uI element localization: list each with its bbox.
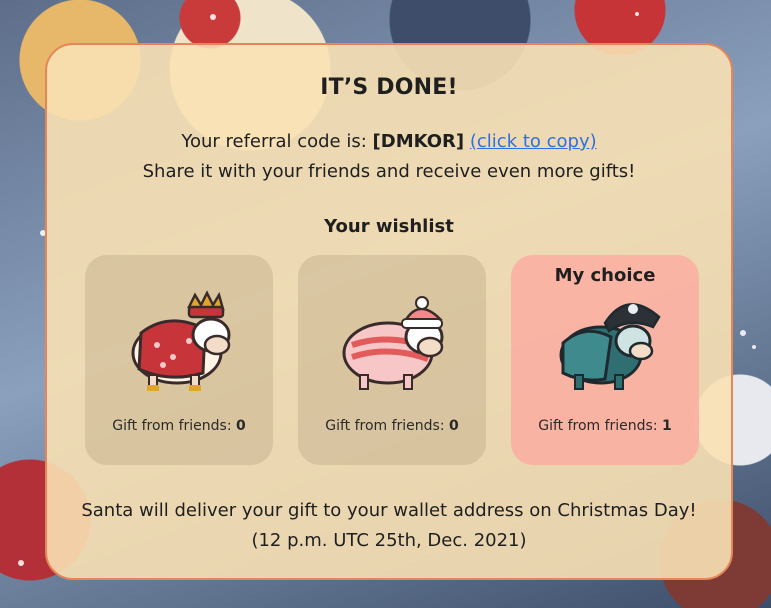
wishlist-title: Your wishlist <box>324 216 454 237</box>
gift-count-value: 1 <box>662 418 672 434</box>
wishlist-gift-card[interactable]: Gift from friends: 0 <box>298 255 486 465</box>
snowflake-decoration <box>210 14 216 20</box>
gift-count-line: Gift from friends: 0 <box>298 418 486 434</box>
share-text: Share it with your friends and receive e… <box>142 161 636 182</box>
snowflake-decoration <box>740 330 746 336</box>
gift-count-line: Gift from friends: 0 <box>85 418 273 434</box>
pirate-sheep-icon <box>559 303 661 390</box>
wishlist-gift-card-selected[interactable]: My choice Gift from friends: 1 <box>511 255 699 465</box>
snowflake-decoration <box>635 12 639 16</box>
gift-count-label: Gift from friends: <box>112 418 232 434</box>
referral-prefix: Your referral code is: <box>181 131 367 152</box>
copy-code-link[interactable]: (click to copy) <box>470 131 597 152</box>
gift-count-line: Gift from friends: 1 <box>511 418 699 434</box>
referral-line: Your referral code is: [DMKOR] (click to… <box>47 131 731 152</box>
snowflake-decoration <box>752 345 756 349</box>
wishlist-gift-card[interactable]: Gift from friends: 0 <box>85 255 273 465</box>
gift-count-label: Gift from friends: <box>325 418 445 434</box>
delivery-note: Santa will deliver your gift to your wal… <box>81 500 697 521</box>
king-sheep-icon <box>131 290 231 391</box>
referral-modal: IT’S DONE! Your referral code is: [DMKOR… <box>45 43 733 580</box>
snowflake-decoration <box>18 560 24 566</box>
modal-title: IT’S DONE! <box>320 75 458 100</box>
gift-count-value: 0 <box>449 418 459 434</box>
delivery-time: (12 p.m. UTC 25th, Dec. 2021) <box>251 530 527 551</box>
gift-count-label: Gift from friends: <box>538 418 658 434</box>
winter-sheep-icon <box>342 296 444 390</box>
gift-count-value: 0 <box>236 418 246 434</box>
referral-code: [DMKOR] <box>372 131 465 152</box>
